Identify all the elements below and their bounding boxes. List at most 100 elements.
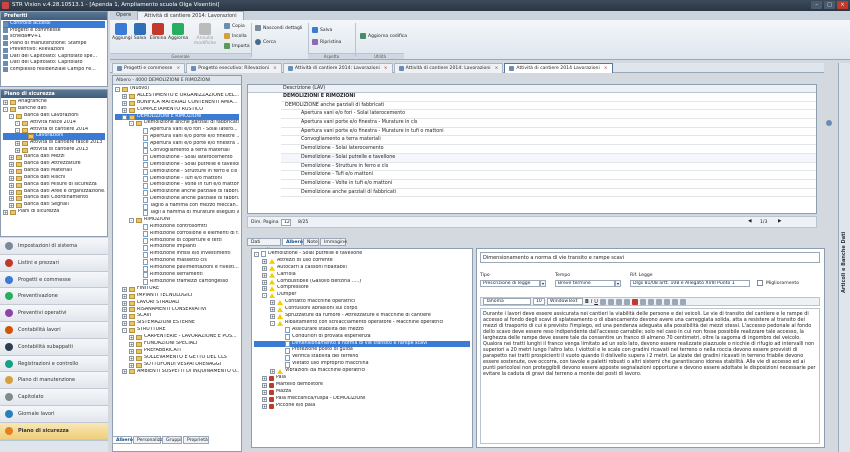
expand-icon[interactable]: +: [270, 300, 275, 306]
albero-tab[interactable]: Gruppi: [162, 436, 182, 444]
tree-node[interactable]: + Banca dati Attrezzature: [3, 161, 105, 168]
add-button[interactable]: Aggiungi: [112, 23, 132, 41]
close-tab-icon[interactable]: ×: [495, 64, 499, 74]
tree-node[interactable]: + Autocarri a cassoni ribaltabili: [254, 265, 470, 272]
tree-node[interactable]: + FINITURE: [115, 286, 239, 293]
tempo-dropdown-icon[interactable]: ▾: [615, 280, 621, 287]
expand-icon[interactable]: +: [129, 362, 134, 368]
outdent-icon[interactable]: [663, 298, 670, 305]
grid-row[interactable]: Apertura vani porte e/o finestra - Murat…: [281, 128, 816, 137]
collapse-icon[interactable]: -: [129, 217, 134, 223]
import-button[interactable]: Importa: [224, 43, 250, 49]
undo-button[interactable]: Annulla modifiche: [190, 23, 220, 46]
tipo-select[interactable]: Prescrizione di legge: [480, 280, 540, 287]
tree-node[interactable]: Rimozione controsoffitti: [115, 224, 239, 231]
copy-button[interactable]: Copia: [224, 23, 245, 29]
tree-node[interactable]: + Banca dati Rischi: [3, 175, 105, 182]
tree-node[interactable]: - Demolizione anche parziali di fabbricat…: [115, 120, 239, 127]
tree-node[interactable]: + CARPENTERIE - LAVORAZIONE E POS...: [115, 334, 239, 341]
page-size-input[interactable]: 12: [281, 219, 291, 226]
expand-icon[interactable]: +: [122, 307, 127, 313]
maximize-button[interactable]: □: [824, 1, 835, 9]
document-tab[interactable]: Attività di cantiere 2014: Lavorazioni ×: [282, 63, 393, 73]
expand-icon[interactable]: +: [15, 148, 20, 154]
pager-next-button[interactable]: ▶: [778, 219, 782, 224]
tree-node[interactable]: Rimozione infissi e/o investimenti: [115, 251, 239, 258]
tipo-dropdown-icon[interactable]: ▾: [540, 280, 546, 287]
expand-icon[interactable]: +: [129, 355, 134, 361]
bullets-icon[interactable]: [639, 298, 646, 305]
collapse-icon[interactable]: -: [270, 320, 275, 326]
tree-node[interactable]: Vietato uso improprio macchina: [254, 361, 470, 368]
expand-icon[interactable]: +: [9, 203, 14, 209]
color-select[interactable]: WindowText: [547, 298, 583, 305]
tree-node[interactable]: Tagli a fiamma di murature eseguiti a...: [115, 210, 239, 217]
expand-icon[interactable]: +: [270, 313, 275, 319]
align-right-icon[interactable]: [615, 298, 622, 305]
expand-icon[interactable]: +: [122, 93, 127, 99]
tree-node[interactable]: Condurlori di provata esperienza: [254, 334, 470, 341]
expand-icon[interactable]: +: [122, 107, 127, 113]
document-tab[interactable]: Attività di cantiere 2014: Lavorazioni ×: [393, 63, 504, 74]
document-tab[interactable]: Attività di cantiere 2014 Lavorazioni ×: [504, 63, 613, 73]
close-tab-icon[interactable]: ×: [176, 64, 180, 74]
nav-button[interactable]: Preventivazione: [0, 288, 108, 306]
tree-node[interactable]: + Vibrazioni da macchine operatrici: [254, 368, 470, 375]
grid-row[interactable]: Demolizione - Strutture in ferro e cls: [281, 163, 816, 172]
tree-node[interactable]: Assicurare stabilità del mezzo: [254, 327, 470, 334]
tree-node[interactable]: Demolizione anche parziale di fabbri...: [115, 196, 239, 203]
albero-tab[interactable]: Personalizza: [133, 436, 165, 444]
nav-button[interactable]: Contabilità lavori: [0, 322, 108, 339]
close-button[interactable]: ×: [837, 1, 848, 9]
tree-node[interactable]: Rimozione corrosione e elementi di f...: [115, 231, 239, 238]
grid-row[interactable]: Convogliamento a terra materiali: [281, 136, 816, 146]
nav-button[interactable]: Piano di sicurezza: [0, 422, 108, 440]
nav-button[interactable]: Registrazioni e controllo: [0, 355, 108, 373]
tree-node[interactable]: + Carriola: [254, 272, 470, 279]
grid-row[interactable]: Apertura vani e/o fori - Solai laterocem…: [281, 110, 816, 120]
tree-node[interactable]: Dimensionamento a norma di vie transito …: [254, 340, 470, 348]
grid-row[interactable]: Demolizione - Tufi e/o mattoni: [281, 171, 816, 180]
tree-node[interactable]: + Pala meccanica/ruspa - DEMOLIZIONI: [254, 396, 470, 403]
expand-icon[interactable]: +: [122, 100, 127, 106]
expand-icon[interactable]: +: [122, 300, 127, 306]
tree-node[interactable]: Rimozione serramenti: [115, 272, 239, 279]
tree-node[interactable]: + Pala: [254, 375, 470, 382]
collapse-icon[interactable]: -: [3, 106, 8, 112]
nav-button[interactable]: Piano di manutenzione: [0, 372, 108, 390]
nav-button[interactable]: Capitolato: [0, 389, 108, 406]
tree-node[interactable]: + Martello demolitore: [254, 382, 470, 389]
tree-node[interactable]: + Mazza: [254, 389, 470, 396]
tree-node[interactable]: + IMPIANTI TECNOLOGICI: [115, 293, 239, 300]
tree-node[interactable]: + Banca dati Mezzi: [3, 154, 105, 161]
tempo-select[interactable]: Breve termine: [555, 280, 615, 287]
expand-icon[interactable]: +: [129, 335, 134, 340]
nav-button[interactable]: Listini e prezzari: [0, 254, 108, 272]
tree-node[interactable]: + SOTTOFONDI VESPAI DRENAGGI: [115, 362, 239, 369]
tree-node[interactable]: + Attività di cantiere 2013: [3, 147, 105, 154]
minimize-button[interactable]: –: [811, 1, 822, 9]
tree-node[interactable]: Rimozione tramezzi cartongesso: [115, 279, 239, 286]
expand-icon[interactable]: +: [122, 293, 127, 299]
expand-icon[interactable]: +: [129, 341, 134, 347]
tree-node[interactable]: + BONIFICA MATERIALI CONTENENTI AMIA...: [115, 100, 239, 107]
tree-node[interactable]: Rimozione massetto cls: [115, 258, 239, 265]
tree-node[interactable]: - Dumper: [254, 292, 470, 299]
rif-legge-field[interactable]: Dlgs 81/08 artt. 108 e Allegato XVIII Pu…: [630, 280, 750, 287]
tree-node[interactable]: + RISANAMENTI CONSERVATIVI: [115, 307, 239, 314]
tree-node[interactable]: Taglio a fiamma con mezzo meccan...: [115, 203, 239, 210]
tree-node[interactable]: + Spruzzature da rumore - Attrezzature e …: [254, 313, 470, 320]
tree-node[interactable]: + AMBIENTI SOSPETTI DI INQUINAMENTO O...: [115, 369, 239, 376]
expand-icon[interactable]: +: [9, 182, 14, 188]
tree-node[interactable]: + Attrezzi di uso corrente: [254, 258, 470, 265]
expand-icon[interactable]: +: [262, 286, 267, 292]
tree-node[interactable]: Demolizione - Solai laterocemento: [115, 155, 239, 162]
tree-node[interactable]: - (Nuovo): [115, 86, 239, 93]
hide-details-button[interactable]: Nascondi dettagli: [255, 25, 302, 31]
tree-node[interactable]: + Compressore: [254, 285, 470, 292]
tree-node[interactable]: Apertura vani e/o fori - Solai latero...: [115, 127, 239, 134]
save-layout-button[interactable]: Salva: [312, 27, 332, 33]
tree-node[interactable]: + Contatto macchine operatrici: [254, 299, 470, 306]
expand-icon[interactable]: +: [9, 161, 14, 167]
nav-button[interactable]: Progetti e commesse: [0, 271, 108, 289]
